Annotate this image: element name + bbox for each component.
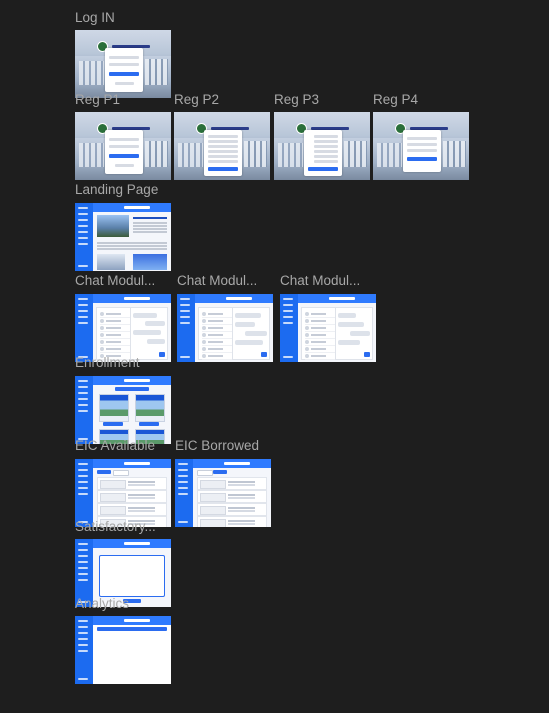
conversation-list: [301, 307, 339, 360]
frame-label-chat-2[interactable]: Chat Modul...: [177, 273, 269, 289]
frame-chat-module-1[interactable]: [75, 294, 171, 362]
next-button[interactable]: [307, 167, 339, 171]
frame-chat-module-3[interactable]: [280, 294, 376, 362]
design-canvas: { "canvas": { "background": "#1e1e1e", "…: [0, 0, 549, 713]
sidebar: [75, 459, 93, 527]
frame-label-enrollment[interactable]: Enrollment: [75, 355, 140, 371]
frame-analytics[interactable]: [75, 616, 171, 684]
frame-label-reg-p1[interactable]: Reg P1: [75, 92, 120, 108]
frame-reg-p2[interactable]: [174, 112, 270, 180]
frame-label-reg-p4[interactable]: Reg P4: [373, 92, 418, 108]
frame-chat-module-2[interactable]: [177, 294, 273, 362]
frame-label-chat-1[interactable]: Chat Modul...: [75, 273, 165, 289]
tab-borrowed[interactable]: [113, 470, 129, 476]
chat-pane: [232, 307, 270, 360]
next-button[interactable]: [108, 154, 140, 158]
frame-landing-page[interactable]: [75, 203, 171, 271]
frame-eic-borrowed[interactable]: [175, 459, 271, 527]
login-card: [105, 48, 143, 92]
top-bar: [93, 203, 171, 212]
conversation-list: [198, 307, 236, 360]
sidebar: [280, 294, 298, 362]
campus-image: [97, 215, 129, 237]
chat-pane: [130, 307, 168, 360]
frame-label-reg-p2[interactable]: Reg P2: [174, 92, 219, 108]
sidebar: [177, 294, 195, 362]
send-icon[interactable]: [364, 352, 370, 357]
frame-label-landing[interactable]: Landing Page: [75, 182, 158, 198]
tab-available[interactable]: [97, 470, 111, 474]
sidebar: [75, 616, 93, 684]
tab-available[interactable]: [197, 470, 213, 476]
frame-label-analytics[interactable]: Analytics: [75, 596, 129, 612]
reg-card: [304, 130, 342, 176]
username-field[interactable]: [108, 56, 140, 59]
frame-label-login[interactable]: Log IN: [75, 10, 115, 26]
frame-reg-p1[interactable]: [75, 112, 171, 180]
reg-card: [105, 130, 143, 174]
program-poster[interactable]: [99, 394, 129, 422]
reg-card: [403, 130, 441, 172]
frame-enrollment[interactable]: [75, 376, 171, 444]
frame-label-eic-borrowed[interactable]: EIC Borrowed: [175, 438, 259, 454]
sidebar: [75, 203, 93, 271]
sidebar: [75, 376, 93, 444]
reg-card: [204, 130, 242, 176]
sidebar: [175, 459, 193, 527]
frame-label-satisfactory[interactable]: Satisfactory...: [75, 519, 167, 535]
frame-label-chat-3[interactable]: Chat Modul...: [280, 273, 372, 289]
frame-reg-p3[interactable]: [274, 112, 370, 180]
tab-borrowed[interactable]: [213, 470, 227, 474]
submit-button[interactable]: [406, 157, 438, 161]
conversation-list: [96, 307, 134, 360]
chat-pane: [335, 307, 373, 360]
frame-label-eic-available[interactable]: EIC Available: [75, 438, 155, 454]
frame-login[interactable]: [75, 30, 171, 98]
login-button[interactable]: [108, 72, 140, 76]
next-button[interactable]: [207, 167, 239, 171]
frame-eic-available[interactable]: [75, 459, 171, 527]
program-poster[interactable]: [135, 394, 165, 422]
analytics-header: [97, 627, 167, 631]
send-icon[interactable]: [159, 352, 165, 357]
sidebar: [75, 294, 93, 362]
send-icon[interactable]: [261, 352, 267, 357]
frame-reg-p4[interactable]: [373, 112, 469, 180]
register-link[interactable]: [114, 82, 134, 85]
frame-label-reg-p3[interactable]: Reg P3: [274, 92, 319, 108]
survey-form[interactable]: [99, 555, 165, 597]
password-field[interactable]: [108, 63, 140, 66]
